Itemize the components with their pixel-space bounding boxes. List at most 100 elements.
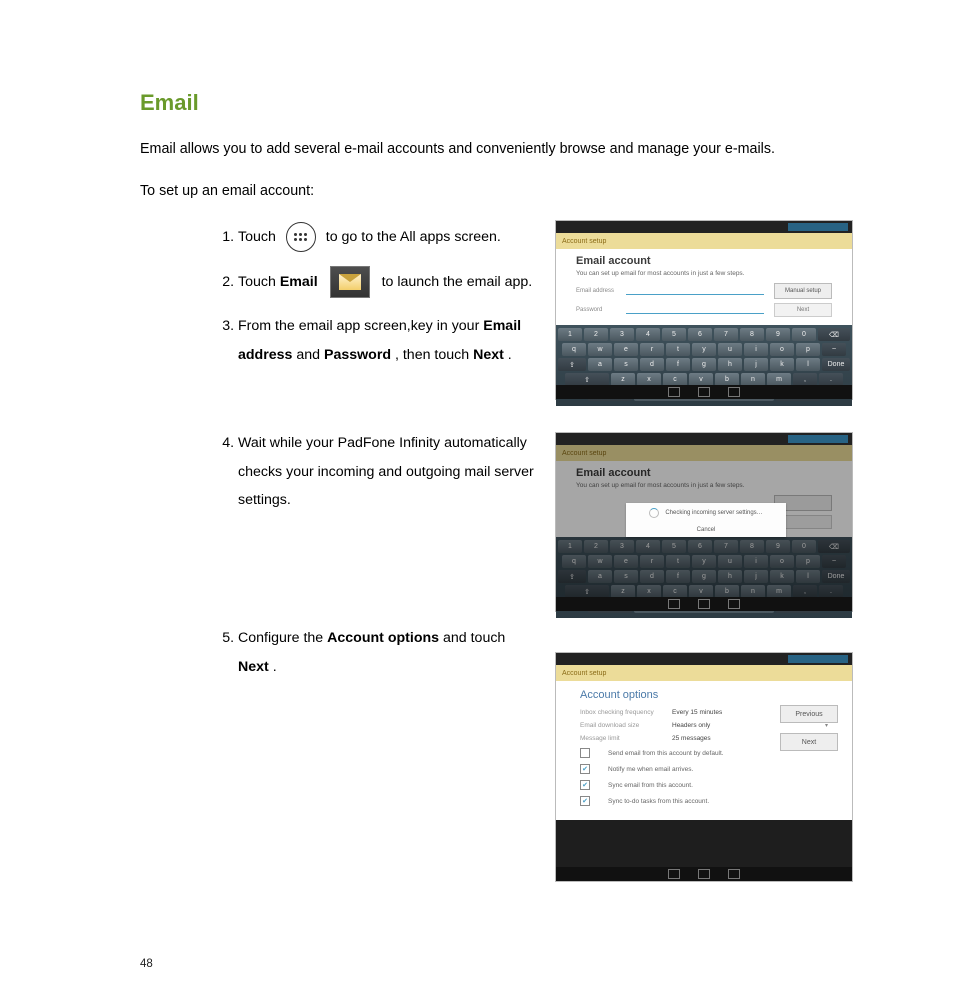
- next-button[interactable]: Next: [774, 303, 832, 317]
- all-apps-icon: [286, 222, 316, 252]
- progress-dialog: Checking incoming server settings… Cance…: [626, 503, 786, 537]
- key-e[interactable]: e: [614, 343, 638, 356]
- key-w[interactable]: w: [588, 555, 612, 568]
- key-r[interactable]: r: [640, 555, 664, 568]
- key-u[interactable]: u: [718, 343, 742, 356]
- manual-page: Email Email allows you to add several e-…: [0, 0, 954, 1002]
- setup-subtitle: You can set up email for most accounts i…: [576, 270, 832, 277]
- key-d[interactable]: d: [640, 570, 664, 583]
- key-r[interactable]: r: [640, 343, 664, 356]
- key-l[interactable]: l: [796, 570, 820, 583]
- key-y[interactable]: y: [692, 343, 716, 356]
- key-5[interactable]: 5: [662, 328, 686, 341]
- key-0[interactable]: 0: [792, 540, 816, 553]
- key-7[interactable]: 7: [714, 328, 738, 341]
- key-8[interactable]: 8: [740, 540, 764, 553]
- key-u[interactable]: u: [718, 555, 742, 568]
- key-o[interactable]: o: [770, 555, 794, 568]
- nav-bar: [556, 597, 852, 611]
- step5-text-a: Configure the: [238, 630, 327, 646]
- key-8[interactable]: 8: [740, 328, 764, 341]
- email-field[interactable]: [626, 287, 764, 295]
- key-2[interactable]: 2: [584, 540, 608, 553]
- key-2[interactable]: 2: [584, 328, 608, 341]
- checkbox-notify[interactable]: ✔Notify me when email arrives.: [580, 764, 828, 774]
- key-backspace[interactable]: ⌫: [818, 328, 850, 341]
- key-t[interactable]: t: [666, 555, 690, 568]
- key-3[interactable]: 3: [610, 328, 634, 341]
- checkbox-sync-email[interactable]: ✔Sync email from this account.: [580, 780, 828, 790]
- key-1[interactable]: 1: [558, 328, 582, 341]
- password-field[interactable]: [626, 306, 764, 314]
- key-f[interactable]: f: [666, 358, 690, 371]
- key-extra[interactable]: ~: [822, 555, 846, 568]
- key-d[interactable]: d: [640, 358, 664, 371]
- key-k[interactable]: k: [770, 358, 794, 371]
- screenshot-account-options: Account setup Account options Inbox chec…: [555, 652, 853, 882]
- intro-paragraph: Email allows you to add several e-mail a…: [140, 138, 834, 160]
- key-a[interactable]: a: [588, 570, 612, 583]
- key-a[interactable]: a: [588, 358, 612, 371]
- checkbox-sync-tasks[interactable]: ✔Sync to-do tasks from this account.: [580, 796, 828, 806]
- step3-bold-next: Next: [473, 347, 504, 363]
- key-4[interactable]: 4: [636, 328, 660, 341]
- screen-header: Account setup: [556, 445, 852, 461]
- next-button[interactable]: Next: [780, 733, 838, 751]
- email-app-icon: [330, 266, 370, 298]
- key-extra[interactable]: ~: [822, 343, 846, 356]
- key-w[interactable]: w: [588, 343, 612, 356]
- key-g[interactable]: g: [692, 358, 716, 371]
- key-s[interactable]: s: [614, 358, 638, 371]
- key-1[interactable]: 1: [558, 540, 582, 553]
- key-o[interactable]: o: [770, 343, 794, 356]
- all-apps-dots: [294, 233, 307, 241]
- key-q[interactable]: q: [562, 343, 586, 356]
- field-label-password: Password: [576, 307, 616, 313]
- key-j[interactable]: j: [744, 358, 768, 371]
- key-h[interactable]: h: [718, 570, 742, 583]
- key-l[interactable]: l: [796, 358, 820, 371]
- step1-text-a: Touch: [238, 229, 280, 245]
- step5-end: .: [273, 659, 277, 675]
- key-9[interactable]: 9: [766, 328, 790, 341]
- key-h[interactable]: h: [718, 358, 742, 371]
- key-7[interactable]: 7: [714, 540, 738, 553]
- dialog-message: Checking incoming server settings…: [665, 510, 762, 516]
- key-caps[interactable]: ⇪: [558, 358, 586, 371]
- key-9[interactable]: 9: [766, 540, 790, 553]
- key-q[interactable]: q: [562, 555, 586, 568]
- key-backspace[interactable]: ⌫: [818, 540, 850, 553]
- key-5[interactable]: 5: [662, 540, 686, 553]
- key-0[interactable]: 0: [792, 328, 816, 341]
- key-y[interactable]: y: [692, 555, 716, 568]
- key-f[interactable]: f: [666, 570, 690, 583]
- key-s[interactable]: s: [614, 570, 638, 583]
- nav-bar: [556, 867, 852, 881]
- step3-text-mid: and: [296, 347, 324, 363]
- step1-text-b: to go to the All apps screen.: [326, 229, 501, 245]
- key-e[interactable]: e: [614, 555, 638, 568]
- key-j[interactable]: j: [744, 570, 768, 583]
- key-caps[interactable]: ⇪: [558, 570, 586, 583]
- key-6[interactable]: 6: [688, 328, 712, 341]
- field-label-email: Email address: [576, 288, 616, 294]
- key-k[interactable]: k: [770, 570, 794, 583]
- nav-bar: [556, 385, 852, 399]
- key-t[interactable]: t: [666, 343, 690, 356]
- step3-text-a: From the email app screen,key in your: [238, 318, 483, 334]
- manual-setup-button[interactable]: Manual setup: [774, 283, 832, 299]
- key-p[interactable]: p: [796, 555, 820, 568]
- key-i[interactable]: i: [744, 343, 768, 356]
- spinner-icon: [649, 508, 659, 518]
- previous-button[interactable]: Previous: [780, 705, 838, 723]
- key-done[interactable]: Done: [822, 570, 850, 583]
- setup-title: Email account: [576, 255, 832, 267]
- key-3[interactable]: 3: [610, 540, 634, 553]
- key-i[interactable]: i: [744, 555, 768, 568]
- key-p[interactable]: p: [796, 343, 820, 356]
- dialog-cancel-button[interactable]: Cancel: [697, 527, 716, 533]
- key-4[interactable]: 4: [636, 540, 660, 553]
- key-g[interactable]: g: [692, 570, 716, 583]
- key-done[interactable]: Done: [822, 358, 850, 371]
- key-6[interactable]: 6: [688, 540, 712, 553]
